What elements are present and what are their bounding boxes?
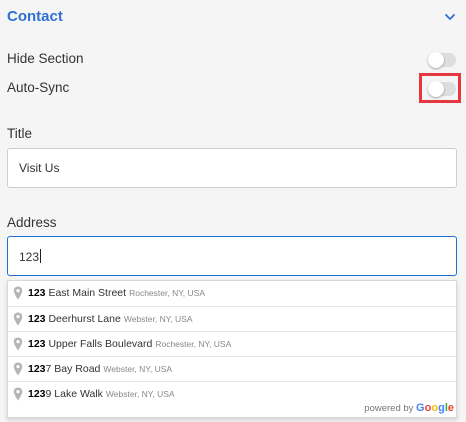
title-input[interactable]: Visit Us xyxy=(7,148,457,188)
section-title: Contact xyxy=(7,8,63,25)
address-field-label: Address xyxy=(7,215,57,230)
suggestion-secondary: Rochester, NY, USA xyxy=(129,288,205,298)
toggle-knob xyxy=(428,81,444,97)
address-input[interactable]: 123 xyxy=(7,236,457,276)
address-text: 123 xyxy=(19,250,40,264)
suggestion-match: 123 xyxy=(28,338,46,350)
suggestion-main: East Main Street xyxy=(45,287,127,299)
auto-sync-label: Auto-Sync xyxy=(7,80,70,95)
powered-by-text: powered by xyxy=(364,403,414,414)
suggestion-text: 1237 Bay Road Webster, NY, USA xyxy=(28,363,172,375)
powered-by-google: powered by Google xyxy=(364,402,454,414)
suggestion-secondary: Webster, NY, USA xyxy=(103,364,173,374)
google-logo: Google xyxy=(416,402,454,414)
suggestion-main: Deerhurst Lane xyxy=(45,313,121,325)
suggestion-match: 123 xyxy=(28,287,46,299)
suggestion-item[interactable]: 123 Deerhurst Lane Webster, NY, USA xyxy=(8,306,456,331)
address-input-value: 123 xyxy=(19,249,42,264)
suggestion-text: 123 East Main Street Rochester, NY, USA xyxy=(28,287,205,299)
title-field-label: Title xyxy=(7,126,33,141)
title-input-value: Visit Us xyxy=(19,161,60,175)
suggestion-text: 123 Upper Falls Boulevard Rochester, NY, … xyxy=(28,338,231,350)
contact-section-header[interactable]: Contact xyxy=(0,0,466,34)
suggestion-secondary: Rochester, NY, USA xyxy=(155,339,232,349)
suggestion-item[interactable]: 123 Upper Falls Boulevard Rochester, NY, … xyxy=(8,331,456,356)
text-caret xyxy=(40,249,42,263)
hide-section-label: Hide Section xyxy=(7,51,84,66)
map-pin-icon xyxy=(13,286,23,300)
address-suggestions-dropdown: 123 East Main Street Rochester, NY, USA 1… xyxy=(7,280,457,418)
map-pin-icon xyxy=(13,362,23,376)
suggestion-secondary: Webster, NY, USA xyxy=(123,314,193,324)
map-pin-icon xyxy=(13,337,23,351)
map-pin-icon xyxy=(13,312,23,326)
hide-section-toggle[interactable] xyxy=(428,52,456,68)
suggestion-secondary: Webster, NY, USA xyxy=(105,389,175,399)
suggestion-item[interactable]: 123 East Main Street Rochester, NY, USA xyxy=(8,281,456,306)
suggestion-main: Upper Falls Boulevard xyxy=(45,338,153,350)
toggle-knob xyxy=(428,52,444,68)
suggestion-item[interactable]: 1237 Bay Road Webster, NY, USA xyxy=(8,356,456,381)
suggestion-match: 123 xyxy=(28,363,46,375)
suggestion-main: 7 Bay Road xyxy=(45,363,101,375)
chevron-down-icon[interactable] xyxy=(443,10,457,24)
suggestion-match: 123 xyxy=(28,388,46,400)
map-pin-icon xyxy=(13,387,23,401)
suggestion-main: 9 Lake Walk xyxy=(45,388,103,400)
suggestion-text: 123 Deerhurst Lane Webster, NY, USA xyxy=(28,313,193,325)
auto-sync-toggle[interactable] xyxy=(428,81,456,97)
suggestion-text: 1239 Lake Walk Webster, NY, USA xyxy=(28,388,175,400)
suggestion-match: 123 xyxy=(28,313,46,325)
